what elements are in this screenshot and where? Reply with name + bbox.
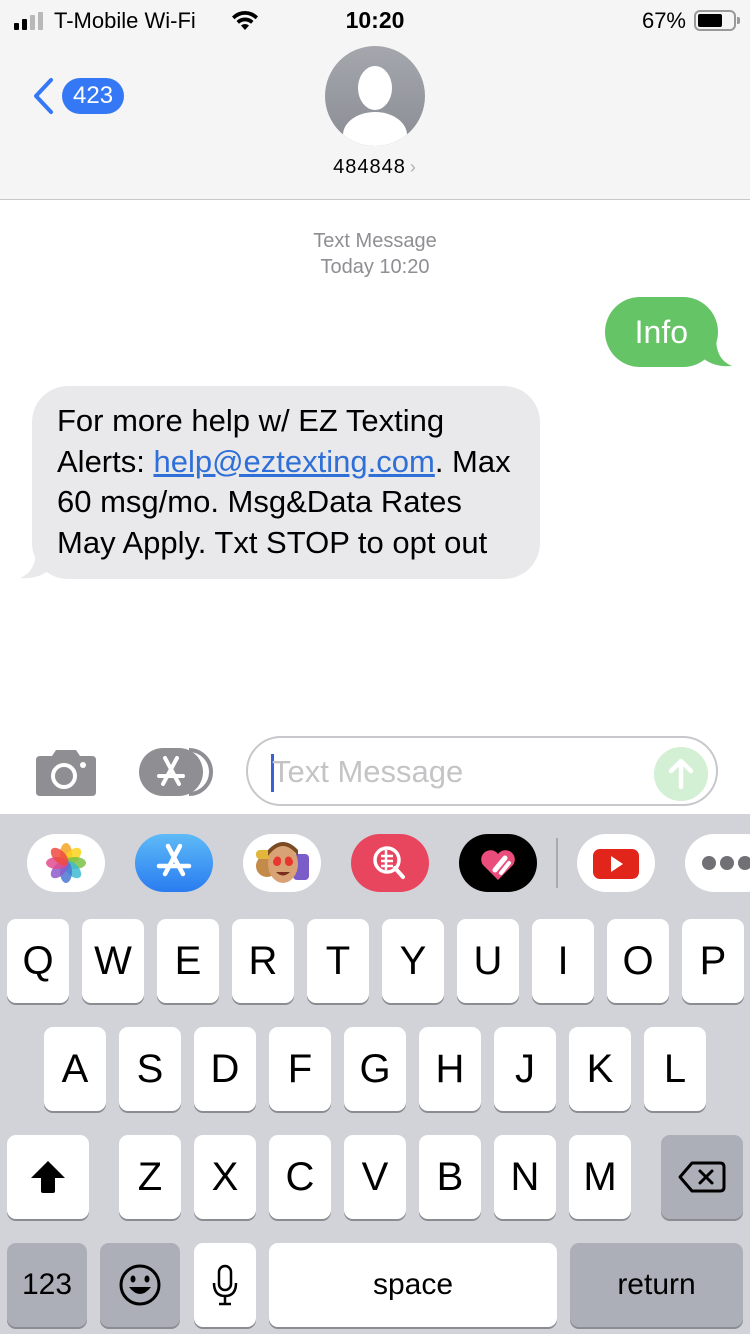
key-q[interactable]: Q <box>7 919 69 1003</box>
unread-count-badge: 423 <box>62 78 125 114</box>
image-search-icon <box>373 846 405 879</box>
key-m[interactable]: M <box>569 1135 631 1219</box>
key-f[interactable]: F <box>269 1027 331 1111</box>
message-input[interactable] <box>272 746 652 798</box>
youtube-app-button[interactable] <box>577 834 655 892</box>
key-w[interactable]: W <box>82 919 144 1003</box>
person-silhouette-body <box>343 112 407 146</box>
key-t[interactable]: T <box>307 919 369 1003</box>
key-l[interactable]: L <box>644 1027 706 1111</box>
message-meta: Text Message Today 10:20 <box>0 228 750 280</box>
battery-percentage: 67% <box>641 8 686 33</box>
key-d[interactable]: D <box>194 1027 256 1111</box>
key-p[interactable]: P <box>682 919 744 1003</box>
email-link[interactable]: help@eztexting.com <box>153 444 434 479</box>
status-bar: T-Mobile Wi-Fi 10:20 67% <box>0 0 750 40</box>
key-i[interactable]: I <box>532 919 594 1003</box>
key-g[interactable]: G <box>344 1027 406 1111</box>
keyboard: Q W E R T Y U I O P A S D F G H J K L Z … <box>0 914 750 1334</box>
return-key[interactable]: return <box>570 1243 743 1327</box>
status-time: 10:20 <box>345 7 405 33</box>
back-button[interactable]: 423 <box>30 76 125 116</box>
backspace-icon <box>678 1161 726 1193</box>
message-text-field[interactable] <box>246 736 718 806</box>
key-x[interactable]: X <box>194 1135 256 1219</box>
app-store-app-button[interactable] <box>135 834 213 892</box>
contact-avatar[interactable] <box>325 46 425 146</box>
photos-icon <box>46 843 86 883</box>
key-v[interactable]: V <box>344 1135 406 1219</box>
memoji-app-button[interactable] <box>243 834 321 892</box>
message-timestamp: Today 10:20 <box>320 256 430 278</box>
photos-app-button[interactable] <box>27 834 105 892</box>
key-r[interactable]: R <box>232 919 294 1003</box>
memoji-icon <box>256 842 309 883</box>
contact-name: 484848 <box>333 156 406 178</box>
image-search-app-button[interactable] <box>351 834 429 892</box>
key-o[interactable]: O <box>607 919 669 1003</box>
message-type-label: Text Message <box>313 230 437 252</box>
key-h[interactable]: H <box>419 1027 481 1111</box>
imessage-app-drawer <box>0 814 750 914</box>
outgoing-message-bubble[interactable]: Info <box>604 297 732 367</box>
chevron-right-icon: › <box>409 157 417 177</box>
more-apps-button[interactable] <box>685 834 750 892</box>
key-j[interactable]: J <box>494 1027 556 1111</box>
key-u[interactable]: U <box>457 919 519 1003</box>
app-store-button-icon[interactable] <box>139 748 213 796</box>
contact-name-button[interactable]: 484848 › <box>0 156 750 179</box>
incoming-message-bubble[interactable]: For more help w/ EZ Texting Alerts: help… <box>20 386 540 579</box>
key-a[interactable]: A <box>44 1027 106 1111</box>
battery-icon <box>694 10 740 31</box>
numbers-key[interactable]: 123 <box>7 1243 87 1327</box>
bubble-tail <box>20 549 50 579</box>
delete-key[interactable] <box>661 1135 743 1219</box>
chevron-left-icon <box>34 78 53 114</box>
emoji-face-icon <box>119 1264 161 1306</box>
shift-key[interactable] <box>7 1135 89 1219</box>
camera-icon[interactable] <box>36 746 96 796</box>
conversation-header: T-Mobile Wi-Fi 10:20 67% 423 484848 › <box>0 0 750 200</box>
bubble-tail <box>702 337 732 367</box>
message-text: Info <box>634 314 688 350</box>
emoji-key[interactable] <box>100 1243 180 1327</box>
digital-touch-app-button[interactable] <box>459 834 537 892</box>
app-store-icon <box>156 843 192 877</box>
digital-touch-icon <box>481 850 515 880</box>
key-z[interactable]: Z <box>119 1135 181 1219</box>
youtube-icon <box>593 849 639 879</box>
key-b[interactable]: B <box>419 1135 481 1219</box>
send-arrow-icon[interactable] <box>654 747 708 801</box>
microphone-icon <box>212 1264 238 1306</box>
space-key[interactable]: space <box>269 1243 557 1327</box>
key-c[interactable]: C <box>269 1135 331 1219</box>
key-e[interactable]: E <box>157 919 219 1003</box>
person-silhouette-head <box>358 66 392 110</box>
more-icon <box>702 856 750 870</box>
key-s[interactable]: S <box>119 1027 181 1111</box>
message-input-bar <box>0 728 750 814</box>
key-k[interactable]: K <box>569 1027 631 1111</box>
key-n[interactable]: N <box>494 1135 556 1219</box>
app-strip-divider <box>556 838 558 888</box>
key-y[interactable]: Y <box>382 919 444 1003</box>
dictation-key[interactable] <box>194 1243 256 1327</box>
shift-arrow-icon <box>31 1161 65 1193</box>
